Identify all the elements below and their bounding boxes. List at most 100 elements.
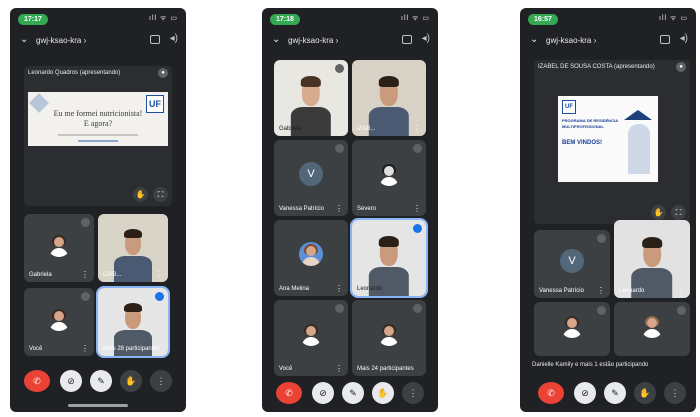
mic-muted-icon bbox=[335, 144, 344, 153]
participant-name: Você bbox=[279, 366, 293, 372]
participant-tile[interactable]: Ana Melina ⋮ bbox=[274, 220, 348, 296]
avatar bbox=[560, 314, 584, 339]
slide-welcome: BEM VINDOS! bbox=[562, 140, 603, 146]
participant-name: Ana Melina bbox=[279, 286, 310, 292]
slide-heading: PROGRAMA DE RESIDÊNCIA bbox=[562, 118, 619, 123]
end-call-button[interactable]: ✆ bbox=[538, 382, 564, 404]
participant-tile[interactable]: V Vanessa Patrício ⋮ bbox=[274, 140, 348, 216]
camera-toggle-button[interactable]: ⊘ bbox=[60, 370, 82, 392]
more-options-icon[interactable]: ⋮ bbox=[413, 125, 421, 133]
participant-tile[interactable]: Gabriela bbox=[274, 60, 348, 136]
more-options-icon[interactable]: ⋮ bbox=[81, 345, 89, 353]
participant-name: Você bbox=[29, 346, 43, 352]
call-controls: ✆ ⊘ ✎ ✋ ⋮ bbox=[520, 382, 696, 410]
pin-icon[interactable]: ✋ bbox=[133, 187, 148, 202]
shared-slide: UF PROGRAMA DE RESIDÊNCIA MULTIPROFISSIO… bbox=[558, 96, 658, 182]
camera-toggle-button[interactable]: ⊘ bbox=[574, 382, 596, 404]
time-pill: 16:57 bbox=[528, 14, 558, 25]
fullscreen-icon[interactable]: ⛶ bbox=[153, 187, 168, 202]
participant-name: Leonardo bbox=[357, 286, 383, 292]
more-options-button[interactable]: ⋮ bbox=[664, 382, 686, 404]
raise-hand-button[interactable]: ✋ bbox=[120, 370, 142, 392]
more-options-icon[interactable]: ⋮ bbox=[335, 285, 343, 293]
participant-tile[interactable]: V Vanessa Patrício ⋮ bbox=[534, 230, 610, 298]
presenter-label: Leonardo Quadros (apresentando) bbox=[28, 70, 121, 76]
avatar: V bbox=[560, 248, 584, 273]
system-icons: ıll ᯤ ▭ bbox=[149, 15, 178, 22]
call-controls: ✆ ⊘ ✎ ✋ ⋮ bbox=[10, 370, 186, 398]
raise-hand-button[interactable]: ✋ bbox=[634, 382, 656, 404]
participant-tile[interactable]: Leonardo ⋮ bbox=[614, 220, 690, 298]
graduate-photo bbox=[628, 124, 650, 174]
mic-toggle-button[interactable]: ✎ bbox=[90, 370, 112, 392]
more-options-icon[interactable]: ⋮ bbox=[677, 287, 685, 295]
camera-switch-icon[interactable] bbox=[402, 35, 412, 44]
chevron-down-icon[interactable]: ⌄ bbox=[530, 34, 538, 45]
call-controls: ✆ ⊘ ✎ ✋ ⋮ bbox=[262, 382, 438, 410]
meeting-code[interactable]: gwj-ksao-kra › bbox=[36, 36, 86, 45]
time-pill: 17:17 bbox=[18, 14, 48, 25]
mic-muted-icon bbox=[81, 218, 90, 227]
avatar: V bbox=[299, 162, 323, 187]
end-call-button[interactable]: ✆ bbox=[276, 382, 302, 404]
more-options-icon[interactable]: ⋮ bbox=[81, 271, 89, 279]
speaker-icon[interactable]: ◂) bbox=[680, 33, 688, 44]
participant-tile[interactable]: IZAB... ⋮ bbox=[352, 60, 426, 136]
fullscreen-icon[interactable]: ⛶ bbox=[671, 205, 686, 220]
mic-muted-icon bbox=[413, 144, 422, 153]
participant-tile[interactable]: Leonardo bbox=[350, 218, 428, 298]
more-options-icon[interactable]: ⋮ bbox=[155, 271, 163, 279]
speaker-icon[interactable]: ◂) bbox=[170, 33, 178, 44]
more-options-button[interactable]: ⋮ bbox=[150, 370, 172, 392]
participant-tile[interactable] bbox=[534, 302, 610, 356]
more-options-icon[interactable]: ⋮ bbox=[335, 365, 343, 373]
pin-icon[interactable]: ✋ bbox=[651, 205, 666, 220]
camera-toggle-button[interactable]: ⊘ bbox=[312, 382, 334, 404]
avatar bbox=[377, 162, 401, 187]
avatar bbox=[299, 242, 323, 267]
participant-tile[interactable]: Mais 24 participantes bbox=[352, 300, 426, 376]
more-options-icon[interactable]: ⋮ bbox=[413, 205, 421, 213]
participant-name: Gabriela bbox=[279, 126, 302, 132]
participant-name: Gabriela bbox=[29, 272, 52, 278]
participant-tile[interactable]: Você ⋮ bbox=[24, 288, 94, 356]
speaking-icon bbox=[413, 224, 422, 233]
participant-tile[interactable]: Gabriela ⋮ bbox=[24, 214, 94, 282]
speaking-icon bbox=[155, 292, 164, 301]
chevron-down-icon[interactable]: ⌄ bbox=[20, 34, 28, 45]
mic-muted-icon bbox=[335, 304, 344, 313]
raise-hand-button[interactable]: ✋ bbox=[372, 382, 394, 404]
participant-tile[interactable]: Severo ⋮ bbox=[352, 140, 426, 216]
more-options-button[interactable]: ⋮ bbox=[402, 382, 424, 404]
mic-toggle-button[interactable]: ✎ bbox=[342, 382, 364, 404]
participant-tile[interactable]: Você ⋮ bbox=[274, 300, 348, 376]
participant-tile[interactable]: Mais 28 participantes bbox=[96, 286, 170, 358]
more-options-icon[interactable]: ⋮ bbox=[335, 205, 343, 213]
end-call-button[interactable]: ✆ bbox=[24, 370, 50, 392]
mic-muted-icon bbox=[597, 234, 606, 243]
status-bar: 16:57 ıll ᯤ ▭ bbox=[520, 8, 696, 30]
more-options-icon[interactable]: ⋮ bbox=[597, 287, 605, 295]
mic-toggle-button[interactable]: ✎ bbox=[604, 382, 626, 404]
meeting-code[interactable]: gwj-ksao-kra › bbox=[288, 36, 338, 45]
participant-name: IZAB... bbox=[103, 272, 122, 278]
screen-share-panel: Leonardo Quadros (apresentando) ● UF Eu … bbox=[24, 66, 172, 206]
chevron-down-icon[interactable]: ⌄ bbox=[272, 34, 280, 45]
speaker-icon[interactable]: ◂) bbox=[422, 33, 430, 44]
participant-name: Vanessa Patrício bbox=[539, 288, 584, 294]
participants-note: Danielle Kamily e mais 1 estão participa… bbox=[532, 362, 649, 368]
slide-logo: UF bbox=[562, 100, 576, 114]
meeting-top-bar: ⌄ gwj-ksao-kra › ◂) bbox=[10, 32, 186, 52]
camera-switch-icon[interactable] bbox=[660, 35, 670, 44]
participant-name: Mais 24 participantes bbox=[357, 366, 414, 372]
avatar bbox=[47, 307, 71, 331]
home-indicator[interactable] bbox=[68, 404, 128, 407]
camera-switch-icon[interactable] bbox=[150, 35, 160, 44]
slide-subheading: MULTIPROFISSIONAL bbox=[562, 124, 604, 129]
participant-name: Severo bbox=[357, 206, 377, 212]
participant-tile[interactable]: IZAB... ⋮ bbox=[98, 214, 168, 282]
slide-text-line bbox=[78, 140, 118, 142]
meeting-code[interactable]: gwj-ksao-kra › bbox=[546, 36, 596, 45]
mic-muted-icon bbox=[335, 64, 344, 73]
participant-tile[interactable] bbox=[614, 302, 690, 356]
